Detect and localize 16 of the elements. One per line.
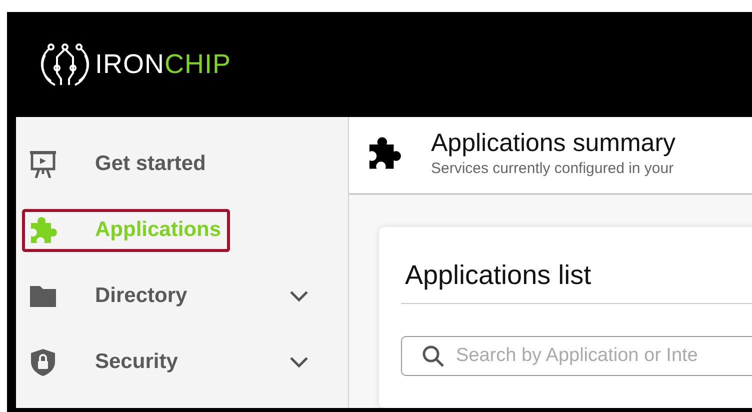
shield-icon (29, 348, 57, 376)
search-field[interactable]: Search by Application or Inte (401, 336, 752, 376)
page-subtitle: Services currently configured in your (431, 160, 675, 177)
sidebar-item[interactable]: Directory (22, 274, 196, 318)
puzzle-icon (367, 136, 401, 170)
brand-name: IRONCHIP (95, 49, 232, 80)
sidebar-item[interactable]: Security (22, 340, 187, 384)
chevron-down-icon[interactable] (288, 289, 310, 303)
easel-icon (29, 150, 57, 178)
card-title: Applications list (401, 227, 752, 304)
sidebar-item[interactable]: Get started (22, 142, 215, 186)
search-icon (421, 344, 445, 368)
puzzle-icon (29, 216, 57, 244)
logo-icon (39, 42, 91, 86)
chevron-down-icon[interactable] (288, 355, 310, 369)
page-title: Applications summary (431, 129, 676, 158)
